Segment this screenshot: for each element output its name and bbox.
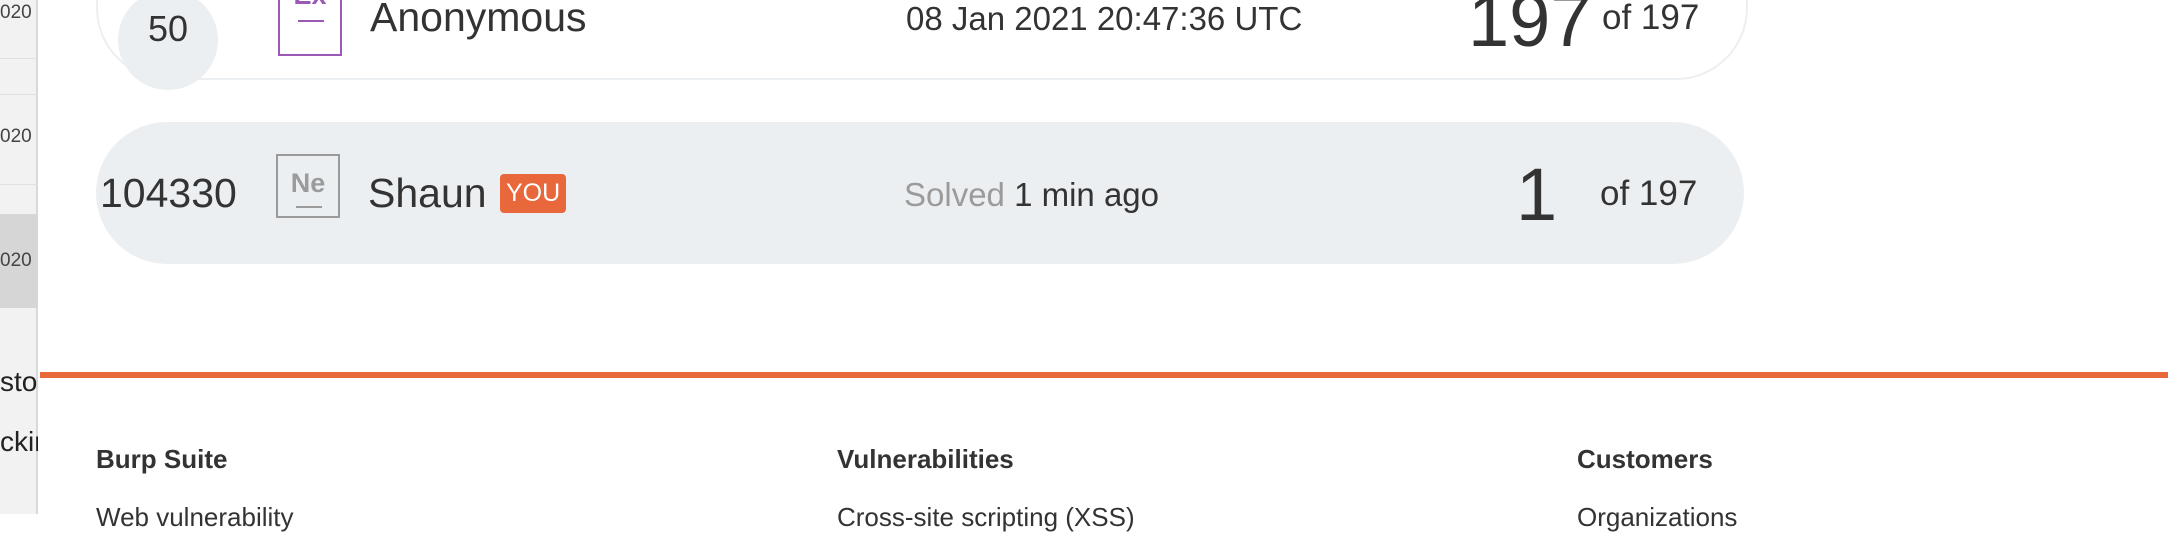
bg-window-divider bbox=[0, 184, 38, 185]
avatar-symbol: Ex bbox=[280, 0, 340, 11]
footer-divider bbox=[40, 372, 2168, 378]
bg-window-row: stor bbox=[0, 366, 38, 397]
solved-time: 1 min ago bbox=[1014, 176, 1160, 213]
bg-window-row: 020 ( bbox=[0, 126, 38, 147]
bg-window-divider bbox=[0, 94, 38, 95]
position-of-total: of 197 bbox=[1600, 174, 1698, 213]
avatar-line bbox=[296, 206, 322, 208]
leaderboard-row: 50 Ex Anonymous 08 Jan 2021 20:47:36 UTC… bbox=[96, 0, 1748, 90]
rank-badge: 50 bbox=[118, 0, 218, 90]
bg-window-row: 020 bbox=[0, 2, 32, 23]
footer-heading-vulnerabilities: Vulnerabilities bbox=[837, 444, 1014, 474]
you-badge: YOU bbox=[500, 174, 567, 213]
leaderboard-row-you: 104330 Ne Shaun YOU Solved 1 min ago 1 o… bbox=[96, 122, 1744, 264]
position-number: 1 bbox=[1516, 153, 1558, 236]
avatar-icon: Ex bbox=[278, 0, 342, 56]
avatar-symbol: Ne bbox=[290, 168, 326, 198]
footer-heading-customers: Customers bbox=[1577, 444, 1713, 474]
footer-link[interactable]: Cross-site scripting (XSS) bbox=[837, 502, 1135, 533]
user-name: Shaun bbox=[368, 170, 487, 216]
solved-status: Solved 1 min ago bbox=[904, 176, 1159, 214]
footer-link[interactable]: Organizations bbox=[1577, 502, 1737, 533]
bg-window-row-selected: 020 bbox=[0, 214, 38, 308]
solved-label: Solved bbox=[904, 176, 1005, 213]
leaderboard-page: 50 Ex Anonymous 08 Jan 2021 20:47:36 UTC… bbox=[40, 0, 2168, 532]
position-number: 197 bbox=[1468, 0, 1592, 62]
bg-window-divider bbox=[0, 58, 38, 59]
avatar-icon: Ne bbox=[276, 154, 340, 218]
bg-window-row: ckir bbox=[0, 426, 38, 457]
background-window: 020 020 ( 020 stor ckir bbox=[0, 0, 38, 514]
position-of-total: of 197 bbox=[1602, 0, 1700, 37]
user-name: Anonymous bbox=[370, 0, 587, 40]
footer-link[interactable]: Web vulnerability bbox=[96, 502, 294, 533]
rank-number: 50 bbox=[147, 8, 189, 49]
solved-date: 08 Jan 2021 20:47:36 UTC bbox=[906, 0, 1303, 37]
footer-heading-burp-suite: Burp Suite bbox=[96, 444, 228, 474]
avatar-line bbox=[298, 20, 324, 22]
rank-number: 104330 bbox=[100, 170, 237, 216]
